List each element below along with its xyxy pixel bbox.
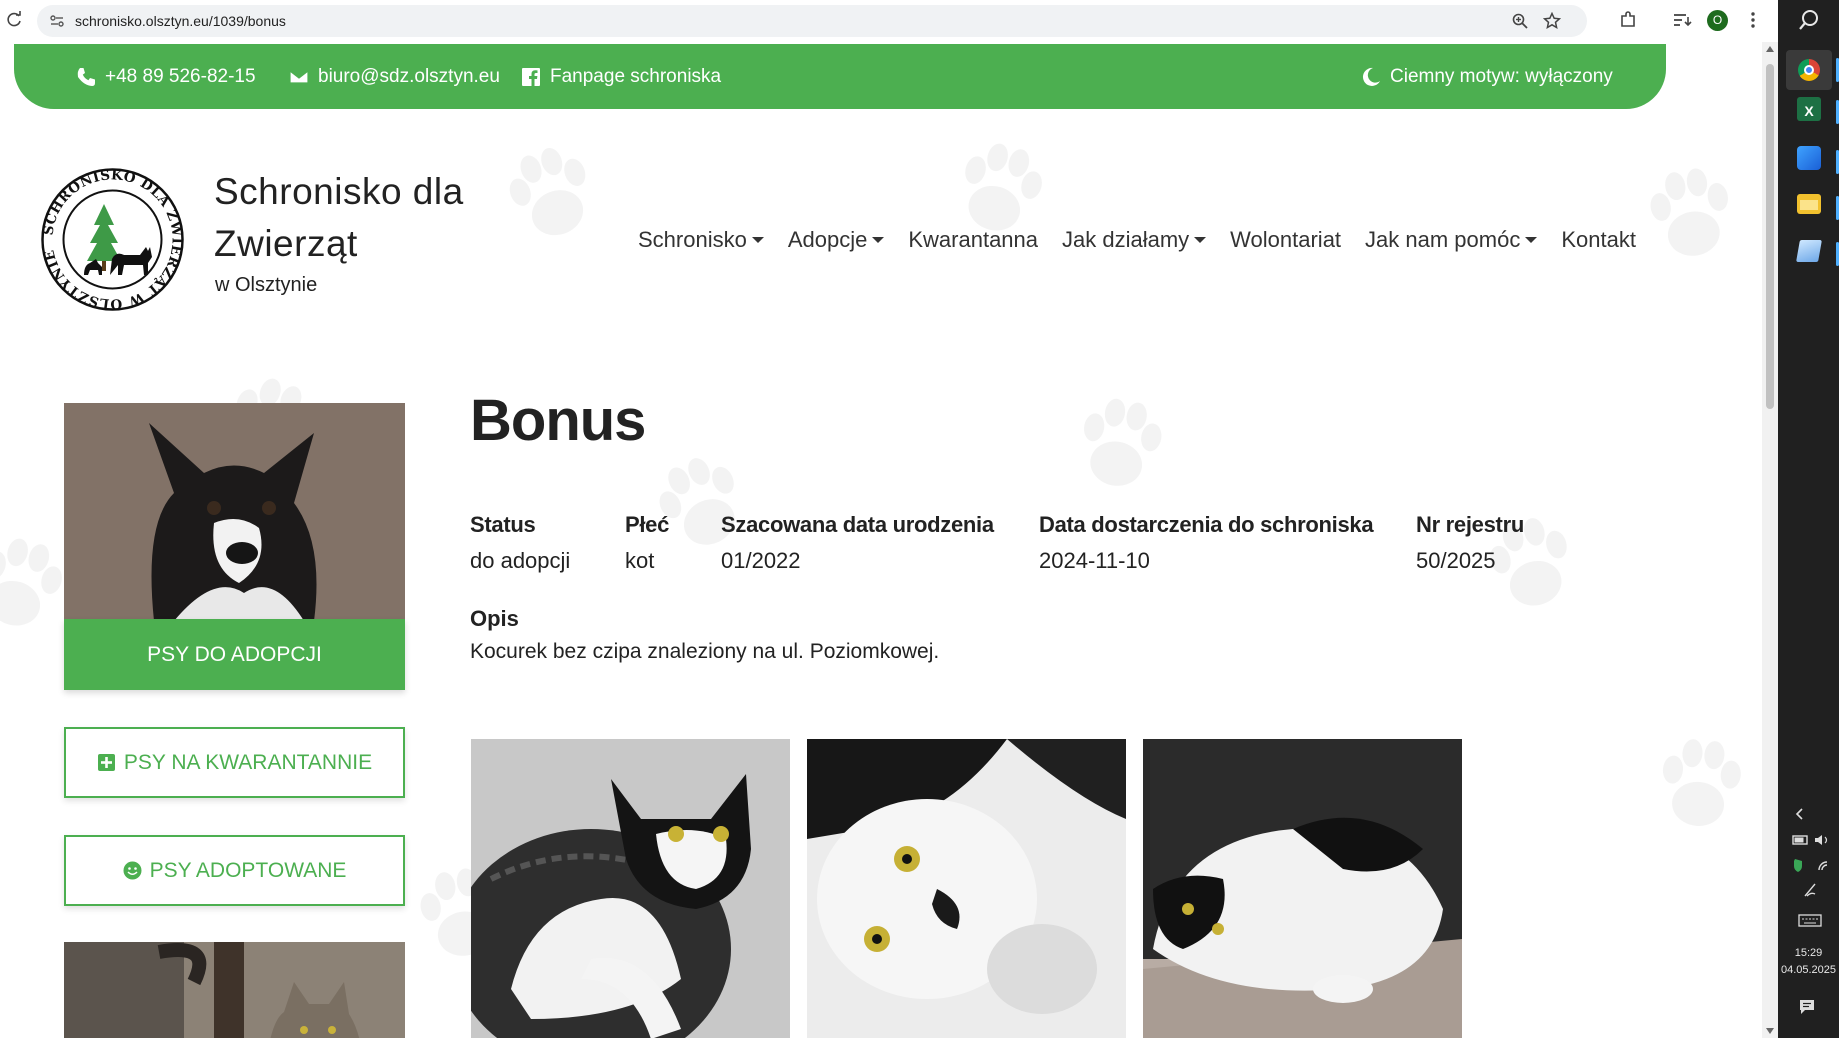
nav-adopcje[interactable]: Adopcje (788, 227, 885, 253)
plus-square-icon (97, 754, 115, 771)
nav-label: Kwarantanna (908, 227, 1039, 252)
windows-search-icon[interactable] (1795, 6, 1823, 34)
dogs-quarantine-button[interactable]: PSY NA KWARANTANNIE (64, 727, 405, 798)
battery-volume-icon[interactable] (1785, 832, 1835, 848)
contact-topbar: +48 89 526-82-15 biuro@sdz.olsztyn.eu Fa… (14, 44, 1666, 109)
dogs-for-adoption-button[interactable]: PSY DO ADOPCJI (64, 619, 405, 690)
app-taskbar-icon[interactable] (1796, 240, 1822, 262)
dogs-quarantine-label: PSY NA KWARANTANNIE (123, 750, 373, 774)
notifications-icon[interactable] (1798, 998, 1816, 1016)
phone-icon (77, 67, 95, 86)
dropdown-caret-icon (872, 237, 885, 243)
info-sex: Płeć kot (625, 512, 669, 574)
info-birthdate: Szacowana data urodzenia 01/2022 (721, 512, 994, 574)
dark-mode-label[interactable]: Ciemny motyw: wyłączony (1390, 66, 1613, 88)
dropdown-caret-icon (1194, 237, 1207, 243)
phone-number[interactable]: +48 89 526-82-15 (105, 66, 256, 88)
email-address[interactable]: biuro@sdz.olsztyn.eu (318, 66, 500, 88)
address-bar[interactable]: schronisko.olsztyn.eu/1039/bonus (37, 5, 1587, 37)
info-value: kot (625, 548, 655, 573)
extensions-icon[interactable] (1618, 10, 1638, 30)
info-label: Nr rejestru (1416, 512, 1524, 537)
info-label: Płeć (625, 512, 670, 537)
scroll-up-arrow-icon[interactable] (1766, 46, 1774, 52)
excel-taskbar-icon[interactable]: X (1797, 97, 1821, 121)
smile-icon (123, 861, 142, 880)
dropdown-caret-icon (1525, 237, 1538, 243)
gallery-photo-1[interactable] (471, 739, 790, 1038)
nav-kwarantanna[interactable]: Kwarantanna (908, 227, 1038, 253)
description-label: Opis (470, 606, 519, 631)
gallery-photo-3[interactable] (1143, 739, 1462, 1038)
show-hidden-icons-icon[interactable] (1792, 806, 1808, 822)
file-explorer-taskbar-icon[interactable] (1797, 194, 1821, 214)
info-value: 2024-11-10 (1039, 548, 1150, 573)
nav-kontakt[interactable]: Kontakt (1561, 227, 1636, 253)
keyboard-icon[interactable] (1785, 912, 1835, 928)
description-text: Kocurek bez czipa znaleziony na ul. Pozi… (470, 640, 940, 663)
clock-time[interactable]: 15:29 (1778, 947, 1839, 959)
chrome-taskbar-icon[interactable] (1786, 50, 1832, 90)
profile-avatar[interactable]: O (1707, 10, 1728, 31)
sidebar-dog-photo[interactable] (64, 403, 405, 621)
scroll-down-arrow-icon[interactable] (1766, 1028, 1774, 1034)
clock-date[interactable]: 04.05.2025 (1778, 964, 1839, 976)
url-text[interactable]: schronisko.olsztyn.eu/1039/bonus (75, 13, 286, 29)
info-label: Status (470, 512, 536, 537)
shelter-logo[interactable]: SCHRONISKO DLA ZWIERZĄT W OLSZTYNIE (40, 167, 185, 312)
dogs-adopted-button[interactable]: PSY ADOPTOWANE (64, 835, 405, 906)
sidebar-cat-photo[interactable] (64, 942, 405, 1038)
phone-link[interactable]: +48 89 526-82-15 (76, 44, 256, 109)
nav-schronisko[interactable]: Schronisko (638, 227, 764, 253)
animal-name-heading: Bonus (470, 388, 646, 453)
info-value: 01/2022 (721, 548, 801, 573)
info-register-number: Nr rejestru 50/2025 (1416, 512, 1524, 574)
info-arrival-date: Data dostarczenia do schroniska 2024-11-… (1039, 512, 1374, 574)
security-wifi-icon[interactable] (1785, 857, 1835, 873)
envelope-icon (289, 69, 309, 84)
info-value: 50/2025 (1416, 548, 1496, 573)
nav-jak-nam-pomoc[interactable]: Jak nam pomóc (1365, 227, 1538, 253)
gallery-photo-2[interactable] (807, 739, 1126, 1038)
info-label: Data dostarczenia do schroniska (1039, 512, 1374, 537)
zoom-icon[interactable] (1511, 12, 1529, 30)
nav-label: Schronisko (638, 227, 747, 252)
bookmark-star-icon[interactable] (1543, 12, 1561, 30)
browser-toolbar: schronisko.olsztyn.eu/1039/bonus O (0, 0, 1778, 42)
web-page: +48 89 526-82-15 biuro@sdz.olsztyn.eu Fa… (0, 42, 1762, 1038)
fanpage-link[interactable]: Fanpage schroniska (521, 44, 721, 109)
nav-wolontariat[interactable]: Wolontariat (1230, 227, 1341, 253)
moon-icon (1362, 67, 1380, 86)
nav-label: Jak działamy (1062, 227, 1190, 252)
dark-mode-toggle[interactable]: Ciemny motyw: wyłączony (1361, 44, 1613, 109)
site-subtitle: w Olsztynie (215, 274, 318, 296)
info-label: Szacowana data urodzenia (721, 512, 994, 537)
pen-icon[interactable] (1785, 882, 1835, 898)
nav-jak-dzialamy[interactable]: Jak działamy (1062, 227, 1207, 253)
nav-label: Jak nam pomóc (1365, 227, 1521, 252)
dropdown-caret-icon (751, 237, 764, 243)
nav-label: Kontakt (1561, 227, 1636, 252)
reload-icon[interactable] (4, 10, 24, 30)
nav-label: Adopcje (787, 227, 868, 252)
site-info-icon[interactable] (49, 13, 65, 29)
photos-taskbar-icon[interactable] (1797, 146, 1821, 170)
info-status: Status do adopcji (470, 512, 570, 574)
page-scrollbar[interactable] (1762, 42, 1778, 1038)
dogs-adopted-label: PSY ADOPTOWANE (149, 858, 347, 882)
nav-label: Wolontariat (1230, 227, 1342, 252)
tab-search-icon[interactable] (1672, 11, 1692, 29)
scroll-thumb[interactable] (1766, 64, 1774, 409)
site-title[interactable]: Schronisko dla Zwierząt (214, 166, 514, 270)
fanpage-text[interactable]: Fanpage schroniska (550, 66, 721, 88)
more-menu-icon[interactable] (1746, 10, 1760, 30)
main-navigation: Schronisko Adopcje Kwarantanna Jak dział… (638, 220, 1660, 260)
email-link[interactable]: biuro@sdz.olsztyn.eu (289, 44, 500, 109)
info-value: do adopcji (470, 548, 571, 573)
facebook-icon (522, 67, 540, 86)
